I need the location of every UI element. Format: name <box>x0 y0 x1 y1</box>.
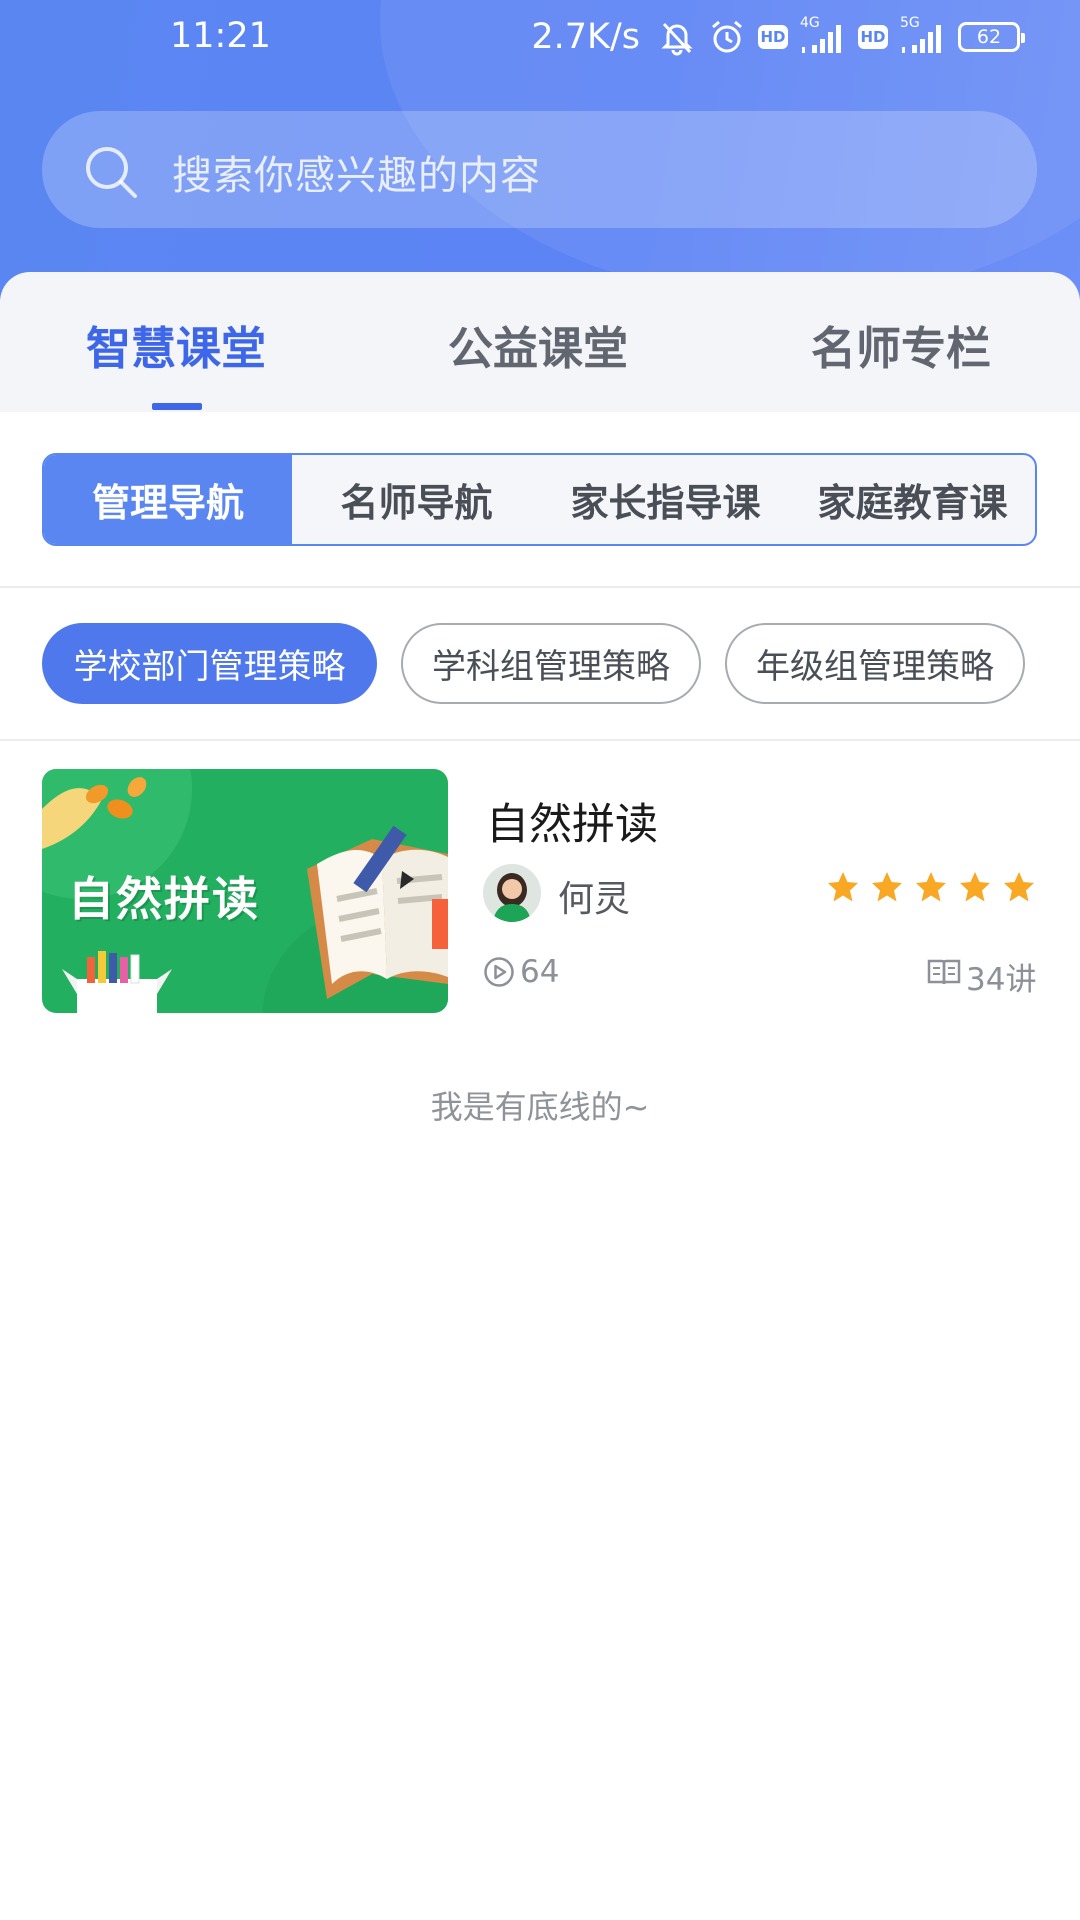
course-thumbnail-text: 自然拼读 <box>68 872 260 926</box>
star-icon <box>960 872 990 902</box>
mute-icon <box>658 18 696 56</box>
star-icon <box>1004 872 1034 902</box>
category-segmented-control: 管理导航 名师导航 家长指导课 家庭教育课 <box>42 453 1037 546</box>
search-placeholder: 搜索你感兴趣的内容 <box>172 153 541 199</box>
star-icon <box>916 872 946 902</box>
segment-teacher-nav[interactable]: 名师导航 <box>292 455 541 544</box>
chip-grade-group-strategy[interactable]: 年级组管理策略 <box>725 623 1025 704</box>
header: 11:21 2.7K/s HD 4G HD 5G 62 搜索你感兴趣的内容 <box>0 0 1080 300</box>
star-icon <box>872 872 902 902</box>
tab-famous-teacher-column[interactable]: 名师专栏 <box>811 312 991 377</box>
status-time: 11:21 <box>170 16 271 56</box>
divider <box>0 586 1080 588</box>
tab-active-indicator <box>152 403 202 410</box>
tab-smart-classroom[interactable]: 智慧课堂 <box>86 312 266 377</box>
course-thumbnail[interactable]: 自然拼读 <box>42 769 448 1013</box>
star-icon <box>828 872 858 902</box>
search-icon <box>86 147 137 198</box>
hd-badge-1: HD <box>758 25 788 49</box>
end-of-list-note: 我是有底线的~ <box>430 1088 650 1126</box>
rating-stars <box>826 870 1036 904</box>
search-input[interactable]: 搜索你感兴趣的内容 <box>42 111 1037 228</box>
teacher-name: 何灵 <box>558 879 631 920</box>
status-indicators: 2.7K/s HD 4G HD 5G 62 <box>531 14 1025 60</box>
course-title[interactable]: 自然拼读 <box>486 790 658 852</box>
lessons-book-icon <box>927 959 961 985</box>
segment-family-education[interactable]: 家庭教育课 <box>790 455 1035 544</box>
teacher-avatar <box>483 864 541 922</box>
signal-4g-icon: 4G <box>800 15 846 57</box>
chip-school-department-strategy[interactable]: 学校部门管理策略 <box>42 623 377 704</box>
divider <box>0 739 1080 741</box>
play-count-icon <box>484 957 514 987</box>
signal-5g-icon: 5G <box>900 15 946 57</box>
lesson-count: 34讲 <box>966 962 1037 998</box>
main-tabs: 智慧课堂 公益课堂 名师专栏 <box>0 272 1080 412</box>
alarm-icon <box>708 18 746 56</box>
tab-public-welfare-classroom[interactable]: 公益课堂 <box>448 312 628 377</box>
hd-badge-2: HD <box>858 25 888 49</box>
play-count: 64 <box>520 954 560 990</box>
battery-icon: 62 <box>958 22 1025 52</box>
chip-subject-group-strategy[interactable]: 学科组管理策略 <box>401 623 701 704</box>
segment-parent-guidance[interactable]: 家长指导课 <box>541 455 790 544</box>
segment-management-nav[interactable]: 管理导航 <box>44 455 292 544</box>
battery-level: 62 <box>976 26 1002 48</box>
status-bar: 11:21 2.7K/s HD 4G HD 5G 62 <box>0 0 1080 76</box>
net-speed: 2.7K/s <box>531 17 640 57</box>
